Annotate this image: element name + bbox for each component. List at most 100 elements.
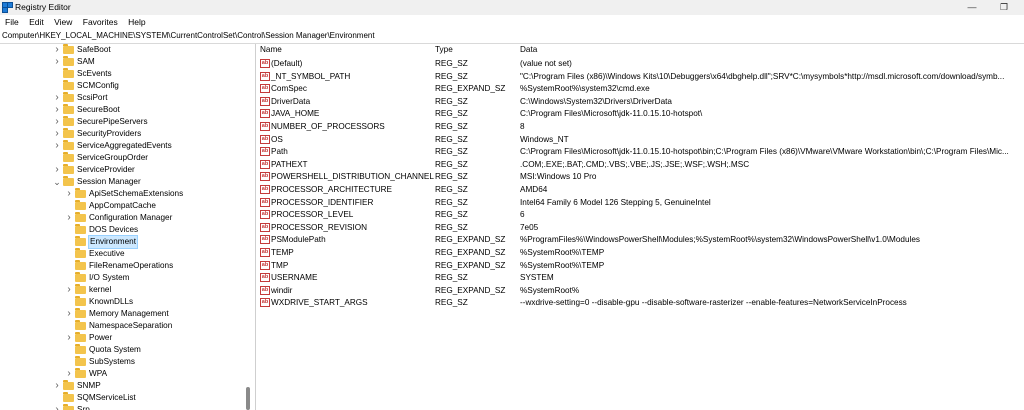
chevron-right-icon[interactable]: › (65, 368, 73, 380)
folder-icon (75, 332, 86, 342)
chevron-right-icon[interactable]: › (53, 92, 61, 104)
value-data: C:\Windows\System32\Drivers\DriverData (520, 96, 672, 106)
value-row[interactable]: ab PSModulePath REG_EXPAND_SZ %ProgramFiles… (258, 234, 1024, 246)
menu-help[interactable]: Help (125, 15, 148, 29)
value-name: ComSpec (271, 84, 307, 94)
value-type: REG_EXPAND_SZ (435, 248, 506, 257)
tree-item-label: Power (89, 333, 113, 342)
value-row[interactable]: ab windir REG_EXPAND_SZ %SystemRoot% (258, 285, 1024, 297)
chevron-right-icon[interactable]: › (53, 104, 61, 116)
chevron-right-icon[interactable]: › (65, 332, 73, 344)
chevron-right-icon[interactable]: › (53, 56, 61, 68)
value-name: PROCESSOR_ARCHITECTURE (271, 185, 393, 194)
value-row[interactable]: ab PROCESSOR_ARCHITECTURE REG_SZ AMD64 (258, 184, 1024, 196)
string-value-icon: ab (260, 185, 270, 194)
value-data: %SystemRoot%\system32\cmd.exe (520, 84, 650, 94)
string-value-icon: ab (260, 285, 270, 295)
value-row[interactable]: ab POWERSHELL_DISTRIBUTION_CHANNEL REG_SZ M… (258, 171, 1024, 183)
value-row[interactable]: ab _NT_SYMBOL_PATH REG_SZ "C:\Program Files… (258, 71, 1024, 83)
column-header-type[interactable]: Type (435, 44, 453, 56)
menu-view[interactable]: View (51, 15, 75, 29)
tree-item-label: ScEvents (77, 69, 112, 78)
registry-tree[interactable]: › SafeBoot › SAM ScEvents SCMConfig › ScsiPort ›… (0, 44, 256, 410)
value-row[interactable]: ab NUMBER_OF_PROCESSORS REG_SZ 8 (258, 121, 1024, 133)
value-data: 7e05 (520, 222, 539, 232)
chevron-right-icon[interactable]: › (53, 404, 61, 410)
restore-button[interactable]: ❐ (992, 0, 1016, 15)
value-type: REG_EXPAND_SZ (435, 84, 506, 94)
menu-edit[interactable]: Edit (26, 15, 47, 29)
tree-scrollbar[interactable] (243, 44, 253, 410)
value-data: %SystemRoot% (520, 285, 580, 295)
value-row[interactable]: ab TMP REG_EXPAND_SZ %SystemRoot%\TEMP (258, 260, 1024, 272)
tree-item-label: DOS Devices (89, 225, 139, 234)
column-header-name[interactable]: Name (260, 44, 282, 56)
column-header-data[interactable]: Data (520, 44, 537, 56)
chevron-right-icon[interactable]: › (65, 284, 73, 296)
value-row[interactable]: ab PROCESSOR_IDENTIFIER REG_SZ Intel64 Fami… (258, 197, 1024, 209)
folder-icon (75, 296, 86, 306)
value-name: OS (271, 134, 283, 144)
value-type: REG_SZ (435, 185, 468, 194)
tree-scroll-thumb[interactable] (246, 387, 250, 410)
string-value-icon: ab (260, 273, 270, 283)
chevron-right-icon[interactable]: › (53, 44, 61, 56)
value-row[interactable]: ab TEMP REG_EXPAND_SZ %SystemRoot%\TEMP (258, 247, 1024, 259)
value-row[interactable]: ab (Default) REG_SZ (value not set) (258, 58, 1024, 70)
chevron-right-icon[interactable]: › (65, 212, 73, 224)
folder-icon (63, 68, 74, 78)
string-value-icon: ab (260, 134, 270, 144)
value-row[interactable]: ab PROCESSOR_REVISION REG_SZ 7e05 (258, 222, 1024, 234)
chevron-down-icon[interactable]: ⌄ (53, 176, 61, 188)
minimize-button[interactable]: — (960, 0, 984, 15)
menu-favorites[interactable]: Favorites (80, 15, 121, 29)
address-path[interactable]: Computer\HKEY_LOCAL_MACHINE\SYSTEM\Curre… (2, 31, 375, 40)
folder-icon (75, 356, 86, 366)
chevron-right-icon[interactable]: › (53, 128, 61, 140)
value-row[interactable]: ab DriverData REG_SZ C:\Windows\System32\Dr… (258, 96, 1024, 108)
value-row[interactable]: ab PROCESSOR_LEVEL REG_SZ 6 (258, 209, 1024, 221)
menu-file[interactable]: File (2, 15, 22, 29)
folder-icon (75, 248, 86, 258)
value-name: JAVA_HOME (271, 109, 320, 119)
chevron-right-icon[interactable]: › (53, 140, 61, 152)
chevron-right-icon[interactable]: › (53, 164, 61, 176)
value-type: REG_SZ (435, 96, 468, 106)
string-value-icon: ab (260, 59, 270, 68)
value-row[interactable]: ab JAVA_HOME REG_SZ C:\Program Files\Micros… (258, 108, 1024, 120)
value-name: PROCESSOR_REVISION (271, 222, 367, 232)
value-type: REG_SZ (435, 222, 468, 232)
string-value-icon: ab (260, 235, 270, 245)
string-value-icon: ab (260, 260, 270, 270)
value-row[interactable]: ab Path REG_SZ C:\Program Files\Microsoft\j… (258, 146, 1024, 158)
value-row[interactable]: ab OS REG_SZ Windows_NT (258, 134, 1024, 146)
value-row[interactable]: ab USERNAME REG_SZ SYSTEM (258, 272, 1024, 284)
value-data: C:\Program Files\Microsoft\jdk-11.0.15.1… (520, 147, 1009, 157)
value-type: REG_SZ (435, 109, 468, 119)
folder-icon (75, 308, 86, 318)
value-row[interactable]: ab WXDRIVE_START_ARGS REG_SZ --wxdrive-sett… (258, 297, 1024, 309)
values-list[interactable]: Name Type Data ab (Default) REG_SZ (value n… (258, 44, 1024, 410)
value-data: Intel64 Family 6 Model 126 Stepping 5, G… (520, 197, 711, 207)
chevron-right-icon[interactable]: › (53, 380, 61, 392)
value-row[interactable]: ab ComSpec REG_EXPAND_SZ %SystemRoot%\syste… (258, 83, 1024, 95)
tree-item-label: SubSystems (89, 357, 135, 366)
chevron-right-icon[interactable]: › (65, 188, 73, 200)
chevron-right-icon[interactable]: › (65, 308, 73, 320)
folder-icon (63, 104, 74, 114)
value-name: PROCESSOR_IDENTIFIER (271, 197, 374, 207)
folder-icon (63, 128, 74, 138)
folder-icon (63, 44, 74, 54)
value-name: Path (271, 147, 288, 157)
folder-icon (75, 260, 86, 270)
chevron-right-icon[interactable]: › (53, 116, 61, 128)
value-row[interactable]: ab PATHEXT REG_SZ .COM;.EXE;.BAT;.CMD;.VBS;… (258, 159, 1024, 171)
address-bar[interactable]: Computer\HKEY_LOCAL_MACHINE\SYSTEM\Curre… (0, 29, 1024, 44)
